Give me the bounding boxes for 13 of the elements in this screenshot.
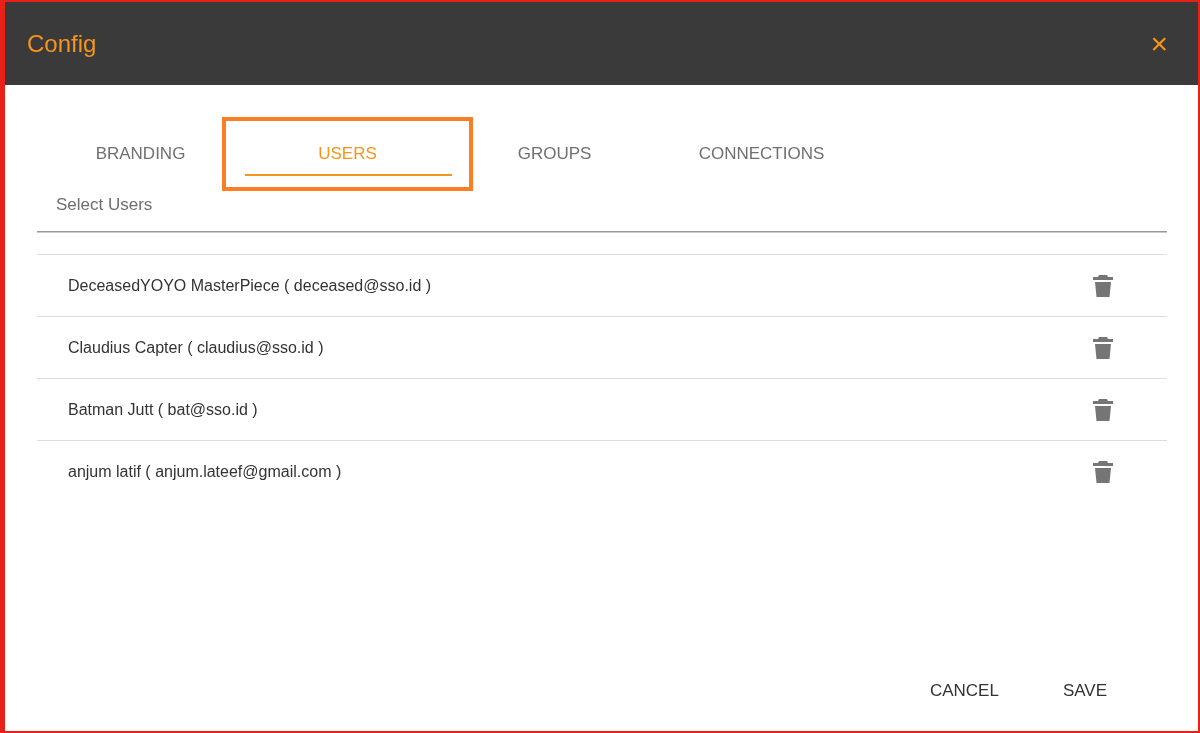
dialog-button[interactable]: CANCEL <box>909 673 1019 709</box>
tab[interactable]: CONNECTIONS <box>658 117 865 191</box>
user-name: Claudius Capter ( claudius@sso.id ) <box>68 338 324 357</box>
delete-icon[interactable] <box>1093 336 1113 359</box>
delete-icon[interactable] <box>1093 398 1113 421</box>
user-name: DeceasedYOYO MasterPiece ( deceased@sso.id ) <box>68 276 432 295</box>
delete-icon[interactable] <box>1093 460 1113 483</box>
close-button[interactable]: × <box>1146 28 1172 59</box>
dialog-title: Config <box>27 29 97 58</box>
delete-icon[interactable] <box>1093 274 1113 297</box>
dialog-button[interactable]: SAVE <box>1042 673 1127 709</box>
user-name: Batman Jutt ( bat@sso.id ) <box>68 400 258 419</box>
user-name: anjum latif ( anjum.lateef@gmail.com ) <box>68 462 342 481</box>
